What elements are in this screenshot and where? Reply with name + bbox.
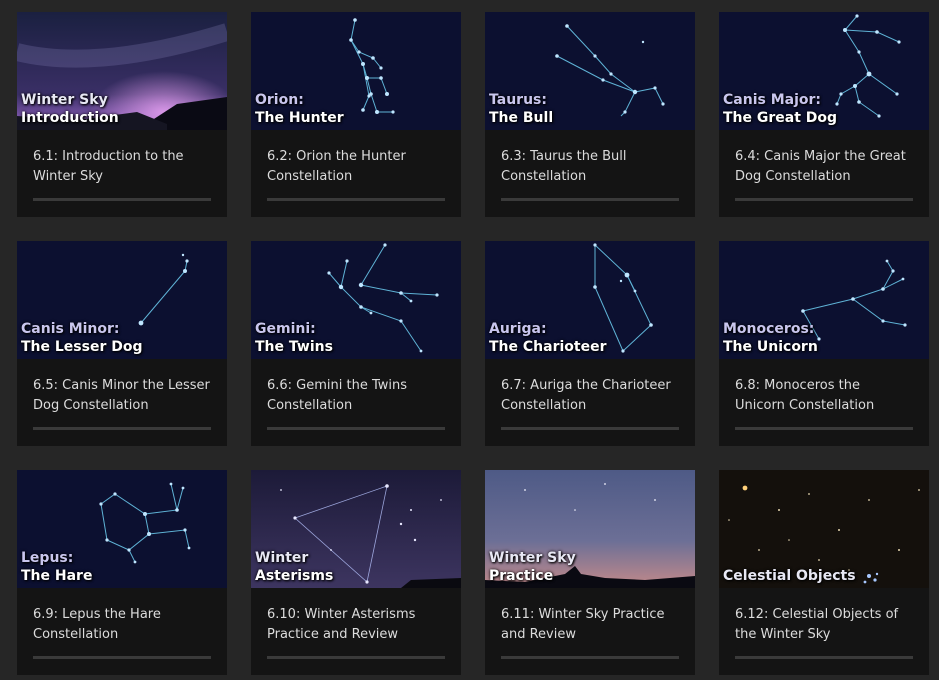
lesson-progress-bar bbox=[33, 656, 211, 659]
thumb-title-line2: The Charioteer bbox=[489, 339, 607, 355]
lesson-progress-bar bbox=[501, 198, 679, 201]
lesson-caption[interactable]: 6.1: Introduction to the Winter Sky bbox=[17, 130, 227, 187]
lesson-thumbnail: Canis Major: The Great Dog bbox=[719, 12, 929, 130]
lesson-card-6-12[interactable]: Celestial Objects 6.12: Celestial Object… bbox=[719, 470, 929, 675]
lesson-progress-bar bbox=[267, 427, 445, 430]
lesson-thumbnail: Auriga: The Charioteer bbox=[485, 241, 695, 359]
lesson-caption[interactable]: 6.7: Auriga the Charioteer Constellation bbox=[485, 359, 695, 416]
thumb-title-line2: Asterisms bbox=[255, 568, 334, 584]
thumb-title-line1: Winter Sky bbox=[489, 550, 576, 566]
lesson-thumbnail-title: Lepus: The Hare bbox=[21, 549, 92, 585]
lesson-card-6-5[interactable]: Canis Minor: The Lesser Dog 6.5: Canis M… bbox=[17, 241, 227, 446]
lesson-thumbnail: Lepus: The Hare bbox=[17, 470, 227, 588]
lesson-thumbnail-title: Celestial Objects bbox=[723, 567, 856, 585]
lesson-thumbnail: Winter Sky Introduction bbox=[17, 12, 227, 130]
lesson-caption[interactable]: 6.8: Monoceros the Unicorn Constellation bbox=[719, 359, 929, 416]
lesson-progress-bar bbox=[735, 656, 913, 659]
thumb-title-line1: Canis Minor: bbox=[21, 321, 120, 337]
lesson-progress-bar bbox=[33, 198, 211, 201]
thumb-title-line2: The Hare bbox=[21, 568, 93, 584]
lesson-card-6-11[interactable]: Winter Sky Practice 6.11: Winter Sky Pra… bbox=[485, 470, 695, 675]
lesson-thumbnail-title: Taurus: The Bull bbox=[489, 91, 553, 127]
lesson-progress-bar bbox=[267, 656, 445, 659]
lesson-thumbnail-title: Winter Sky Practice bbox=[489, 549, 576, 585]
thumb-title-line2: Practice bbox=[489, 568, 554, 584]
lesson-caption[interactable]: 6.2: Orion the Hunter Constellation bbox=[251, 130, 461, 187]
lesson-thumbnail: Orion: The Hunter bbox=[251, 12, 461, 130]
lesson-thumbnail: Monoceros: The Unicorn bbox=[719, 241, 929, 359]
thumb-title-line1: Gemini: bbox=[255, 321, 316, 337]
lesson-thumbnail-title: Orion: The Hunter bbox=[255, 91, 344, 127]
lesson-caption[interactable]: 6.5: Canis Minor the Lesser Dog Constell… bbox=[17, 359, 227, 416]
thumb-title-line1: Winter Sky bbox=[21, 92, 108, 108]
thumb-title-line1: Auriga: bbox=[489, 321, 547, 337]
lesson-thumbnail-title: Canis Minor: The Lesser Dog bbox=[21, 320, 143, 356]
lesson-card-grid: Winter Sky Introduction 6.1: Introductio… bbox=[17, 12, 929, 675]
thumb-title-line2: The Unicorn bbox=[723, 339, 818, 355]
thumb-title-line2: The Lesser Dog bbox=[21, 339, 143, 355]
thumb-title-line2: Introduction bbox=[21, 110, 119, 126]
thumb-title-line2: The Hunter bbox=[255, 110, 344, 126]
lesson-thumbnail-title: Winter Sky Introduction bbox=[21, 91, 119, 127]
thumb-title-line1: Lepus: bbox=[21, 550, 74, 566]
lesson-thumbnail-title: Auriga: The Charioteer bbox=[489, 320, 606, 356]
lesson-card-6-7[interactable]: Auriga: The Charioteer 6.7: Auriga the C… bbox=[485, 241, 695, 446]
lesson-caption[interactable]: 6.3: Taurus the Bull Constellation bbox=[485, 130, 695, 187]
lesson-caption[interactable]: 6.12: Celestial Objects of the Winter Sk… bbox=[719, 588, 929, 645]
lesson-thumbnail: Winter Sky Practice bbox=[485, 470, 695, 588]
lesson-thumbnail-title: Canis Major: The Great Dog bbox=[723, 91, 837, 127]
thumb-title-line2: The Twins bbox=[255, 339, 333, 355]
thumb-title-line2: The Bull bbox=[489, 110, 554, 126]
lesson-progress-bar bbox=[33, 427, 211, 430]
lesson-card-6-3[interactable]: Taurus: The Bull 6.3: Taurus the Bull Co… bbox=[485, 12, 695, 217]
lesson-thumbnail: Taurus: The Bull bbox=[485, 12, 695, 130]
lesson-progress-bar bbox=[735, 198, 913, 201]
lesson-thumbnail: Celestial Objects bbox=[719, 470, 929, 588]
lesson-progress-bar bbox=[735, 427, 913, 430]
lesson-card-6-8[interactable]: Monoceros: The Unicorn 6.8: Monoceros th… bbox=[719, 241, 929, 446]
lesson-card-6-2[interactable]: Orion: The Hunter 6.2: Orion the Hunter … bbox=[251, 12, 461, 217]
thumb-title-line1: Orion: bbox=[255, 92, 304, 108]
lesson-progress-bar bbox=[267, 198, 445, 201]
lesson-caption[interactable]: 6.6: Gemini the Twins Constellation bbox=[251, 359, 461, 416]
lesson-progress-bar bbox=[501, 427, 679, 430]
lesson-card-6-4[interactable]: Canis Major: The Great Dog 6.4: Canis Ma… bbox=[719, 12, 929, 217]
lesson-thumbnail: Winter Asterisms bbox=[251, 470, 461, 588]
thumb-title-line1: Monoceros: bbox=[723, 321, 815, 337]
lesson-thumbnail: Gemini: The Twins bbox=[251, 241, 461, 359]
lesson-caption[interactable]: 6.10: Winter Asterisms Practice and Revi… bbox=[251, 588, 461, 645]
lesson-card-6-1[interactable]: Winter Sky Introduction 6.1: Introductio… bbox=[17, 12, 227, 217]
lesson-card-6-9[interactable]: Lepus: The Hare 6.9: Lepus the Hare Cons… bbox=[17, 470, 227, 675]
lesson-thumbnail: Canis Minor: The Lesser Dog bbox=[17, 241, 227, 359]
lesson-caption[interactable]: 6.4: Canis Major the Great Dog Constella… bbox=[719, 130, 929, 187]
thumb-title-line1: Canis Major: bbox=[723, 92, 821, 108]
lesson-progress-bar bbox=[501, 656, 679, 659]
thumb-title-line2: The Great Dog bbox=[723, 110, 838, 126]
thumb-title-line1: Taurus: bbox=[489, 92, 547, 108]
lesson-thumbnail-title: Winter Asterisms bbox=[255, 549, 333, 585]
lesson-thumbnail-title: Gemini: The Twins bbox=[255, 320, 333, 356]
lesson-caption[interactable]: 6.9: Lepus the Hare Constellation bbox=[17, 588, 227, 645]
thumb-title-line1: Winter bbox=[255, 550, 309, 566]
lesson-card-6-10[interactable]: Winter Asterisms 6.10: Winter Asterisms … bbox=[251, 470, 461, 675]
lesson-card-6-6[interactable]: Gemini: The Twins 6.6: Gemini the Twins … bbox=[251, 241, 461, 446]
lesson-caption[interactable]: 6.11: Winter Sky Practice and Review bbox=[485, 588, 695, 645]
lesson-thumbnail-title: Monoceros: The Unicorn bbox=[723, 320, 818, 356]
thumb-title-line1: Celestial Objects bbox=[723, 568, 856, 584]
